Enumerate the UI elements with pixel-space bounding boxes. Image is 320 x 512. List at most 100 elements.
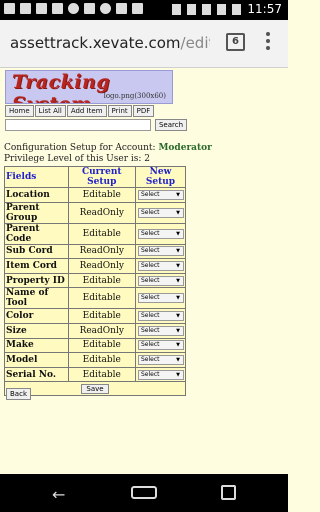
select-value: Select bbox=[140, 326, 160, 334]
privilege-line: Privilege Level of this User is: 2 bbox=[4, 154, 150, 164]
new-setup-cell: Select ▼ bbox=[134, 308, 187, 324]
nav-pdf-button[interactable]: PDF bbox=[132, 105, 155, 117]
url-bar[interactable]: assettrack.xevate.com/edituser bbox=[10, 34, 210, 52]
table-row: Make Editable Select ▼ bbox=[4, 337, 187, 354]
table-row: Property ID Editable Select ▼ bbox=[4, 272, 187, 289]
field-name: Item Cord bbox=[4, 258, 69, 274]
dropdown-arrow-icon: ▼ bbox=[176, 191, 180, 198]
image-icon bbox=[84, 3, 95, 14]
signal-icon bbox=[217, 3, 227, 15]
select-value: Select bbox=[140, 208, 160, 216]
select-value: Select bbox=[140, 355, 160, 363]
field-name: Color bbox=[4, 308, 69, 324]
back-button[interactable]: Back bbox=[6, 388, 31, 400]
new-setup-select[interactable]: Select ▼ bbox=[137, 369, 184, 380]
nav-print-button[interactable]: Print bbox=[107, 105, 132, 117]
current-setup: Editable bbox=[67, 366, 136, 383]
privilege-prefix: Privilege Level of this User is: bbox=[4, 154, 145, 164]
new-setup-cell: Select ▼ bbox=[134, 322, 187, 339]
status-bar: 11:57 bbox=[0, 0, 288, 20]
chat-icon bbox=[68, 3, 79, 14]
new-setup-select[interactable]: Select ▼ bbox=[137, 246, 184, 257]
current-setup: Editable bbox=[67, 308, 136, 324]
select-value: Select bbox=[140, 261, 160, 269]
search-input[interactable] bbox=[5, 119, 151, 131]
header-fields: Fields bbox=[4, 166, 69, 188]
new-setup-cell: Select ▼ bbox=[134, 337, 187, 354]
new-setup-select[interactable]: Select ▼ bbox=[137, 340, 184, 351]
nav-home-icon[interactable] bbox=[131, 486, 157, 499]
dropdown-arrow-icon: ▼ bbox=[176, 356, 180, 363]
config-prefix: Configuration Setup for Account: bbox=[4, 143, 159, 153]
nav-add-item-button[interactable]: Add Item bbox=[66, 105, 107, 117]
new-setup-select[interactable]: Select ▼ bbox=[137, 293, 184, 304]
new-setup-cell: Select ▼ bbox=[134, 258, 187, 274]
field-name: Sub Cord bbox=[4, 243, 69, 260]
nav-back-icon[interactable]: ← bbox=[52, 485, 65, 504]
config-heading: Configuration Setup for Account: Moderat… bbox=[4, 143, 212, 153]
gallery-icon bbox=[4, 3, 15, 14]
wifi-icon bbox=[202, 3, 212, 15]
save-cell: Save bbox=[4, 381, 186, 397]
dropdown-arrow-icon: ▼ bbox=[176, 209, 180, 216]
logo-caption: logo.png(300x60) bbox=[103, 92, 166, 100]
new-setup-select[interactable]: Select ▼ bbox=[137, 354, 184, 365]
current-setup: Editable bbox=[67, 187, 136, 203]
new-setup-select[interactable]: Select ▼ bbox=[137, 207, 184, 218]
field-name: Size bbox=[4, 322, 69, 339]
nav-list-all-button[interactable]: List All bbox=[34, 105, 66, 117]
field-name: Property ID bbox=[4, 272, 69, 289]
search-button[interactable]: Search bbox=[155, 119, 187, 131]
current-setup: ReadOnly bbox=[67, 201, 136, 224]
nav-recents-icon[interactable] bbox=[221, 485, 236, 500]
facebook-icon bbox=[52, 3, 63, 14]
field-name: Parent Group bbox=[4, 201, 69, 224]
web-page: Tracking System logo.png(300x60) Home Li… bbox=[0, 68, 288, 474]
url-path: /edituser bbox=[180, 34, 210, 52]
current-setup: Editable bbox=[67, 222, 136, 245]
new-setup-select[interactable]: Select ▼ bbox=[137, 275, 184, 286]
table-row: Color Editable Select ▼ bbox=[4, 308, 187, 324]
battery-icon bbox=[232, 3, 242, 15]
select-value: Select bbox=[140, 370, 160, 378]
dropdown-arrow-icon: ▼ bbox=[176, 371, 180, 378]
table-row: Sub Cord ReadOnly Select ▼ bbox=[4, 243, 187, 260]
tools-icon bbox=[36, 3, 47, 14]
new-setup-select[interactable]: Select ▼ bbox=[137, 189, 184, 200]
vibrate-icon bbox=[187, 3, 197, 15]
bluetooth-icon bbox=[172, 3, 182, 15]
field-name: Name of Tool bbox=[4, 287, 69, 310]
table-row: Name of Tool Editable Select ▼ bbox=[4, 287, 187, 310]
new-setup-select[interactable]: Select ▼ bbox=[137, 228, 184, 239]
tab-switcher-button[interactable]: 6 bbox=[226, 33, 245, 51]
browser-toolbar: assettrack.xevate.com/edituser 6 bbox=[0, 20, 288, 68]
logo-banner: Tracking System logo.png(300x60) bbox=[5, 70, 173, 104]
new-setup-select[interactable]: Select ▼ bbox=[137, 325, 184, 336]
new-setup-select[interactable]: Select ▼ bbox=[137, 260, 184, 271]
system-icons: 11:57 bbox=[172, 2, 282, 16]
url-host: assettrack.xevate.com bbox=[10, 34, 181, 52]
dropdown-arrow-icon: ▼ bbox=[176, 262, 180, 269]
nav-home-button[interactable]: Home bbox=[5, 105, 34, 117]
account-name: Moderator bbox=[158, 143, 212, 153]
new-setup-cell: Select ▼ bbox=[134, 187, 187, 203]
sync-icon bbox=[100, 3, 111, 14]
current-setup: Editable bbox=[67, 352, 136, 368]
current-setup: ReadOnly bbox=[67, 322, 136, 339]
table-row: Item Cord ReadOnly Select ▼ bbox=[4, 258, 187, 274]
table-row: Size ReadOnly Select ▼ bbox=[4, 322, 187, 339]
system-nav-bar: ← bbox=[0, 474, 288, 512]
select-value: Select bbox=[140, 229, 160, 237]
clock: 11:57 bbox=[247, 2, 282, 16]
overflow-menu-icon[interactable] bbox=[264, 32, 272, 54]
dropdown-arrow-icon: ▼ bbox=[176, 230, 180, 237]
table-row: Parent Code Editable Select ▼ bbox=[4, 222, 187, 245]
table-row: Location Editable Select ▼ bbox=[4, 187, 187, 203]
new-setup-cell: Select ▼ bbox=[134, 243, 187, 260]
field-name: Location bbox=[4, 187, 69, 203]
field-name: Parent Code bbox=[4, 222, 69, 245]
save-button[interactable]: Save bbox=[81, 383, 109, 394]
table-row: Parent Group ReadOnly Select ▼ bbox=[4, 201, 187, 224]
field-name: Model bbox=[4, 352, 69, 368]
new-setup-select[interactable]: Select ▼ bbox=[137, 311, 184, 322]
